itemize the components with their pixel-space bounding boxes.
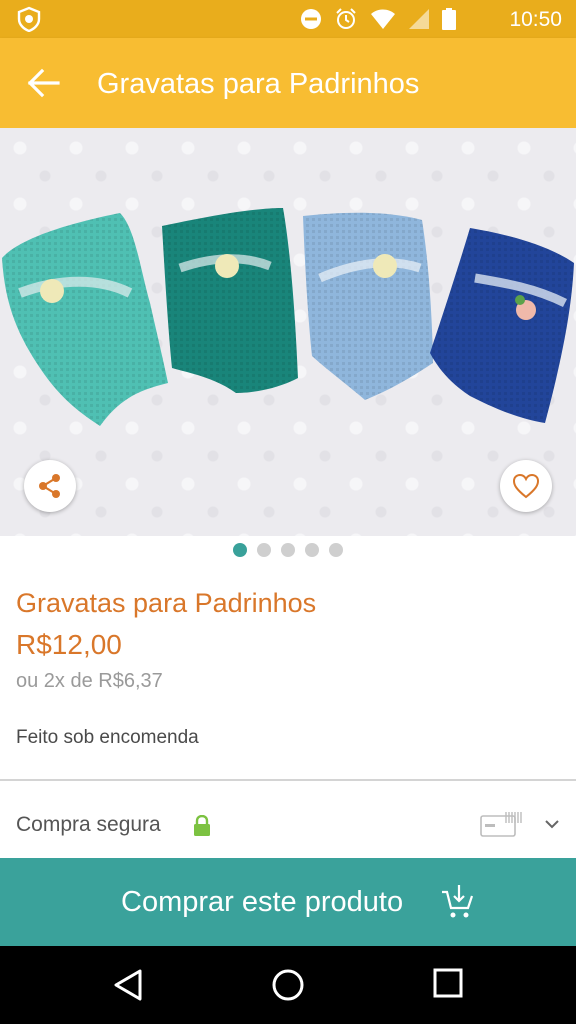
pager-dot-active[interactable] [233, 543, 247, 557]
chevron-down-icon[interactable] [543, 817, 561, 831]
product-title: Gravatas para Padrinhos [16, 588, 317, 618]
alarm-icon [336, 8, 356, 29]
pager-dot[interactable] [257, 543, 271, 557]
product-image-gallery[interactable] [0, 128, 576, 536]
home-circle-icon[interactable] [271, 968, 305, 1002]
pager-dot[interactable] [281, 543, 295, 557]
lock-icon [194, 815, 210, 836]
add-to-cart-icon [442, 885, 474, 918]
battery-icon [442, 8, 456, 30]
gallery-pager [0, 543, 576, 557]
wifi-icon [371, 9, 395, 29]
share-button[interactable] [24, 460, 76, 512]
product-price: R$12,00 [16, 629, 122, 660]
pager-dot[interactable] [305, 543, 319, 557]
secure-purchase-row[interactable]: Compra segura [0, 781, 576, 859]
share-icon [39, 474, 60, 498]
availability-text: Feito sob encomenda [16, 727, 199, 748]
app-notification-icon [17, 6, 41, 32]
status-time: 10:50 [509, 8, 562, 31]
cell-signal-icon [409, 9, 429, 29]
installments-text: ou 2x de R$6,37 [16, 670, 163, 692]
arrow-back-icon[interactable] [26, 66, 62, 100]
favorite-button[interactable] [500, 460, 552, 512]
product-page: 10:50 Gravatas para Padrinhos Gravatas p… [0, 0, 576, 1024]
secure-purchase-label: Compra segura [16, 813, 161, 836]
do-not-disturb-icon [301, 9, 321, 29]
heart-outline-icon [512, 473, 540, 499]
back-triangle-icon[interactable] [112, 968, 144, 1002]
pager-dot[interactable] [329, 543, 343, 557]
product-photo [2, 208, 574, 426]
status-bar: 10:50 [0, 0, 576, 38]
recents-square-icon[interactable] [433, 968, 463, 998]
page-title: Gravatas para Padrinhos [97, 68, 420, 100]
app-bar: Gravatas para Padrinhos [0, 38, 576, 128]
buy-button-label: Comprar este produto [121, 886, 404, 918]
credit-card-icon [480, 812, 522, 837]
system-nav-bar [0, 946, 576, 1024]
buy-button[interactable]: Comprar este produto [0, 858, 576, 946]
